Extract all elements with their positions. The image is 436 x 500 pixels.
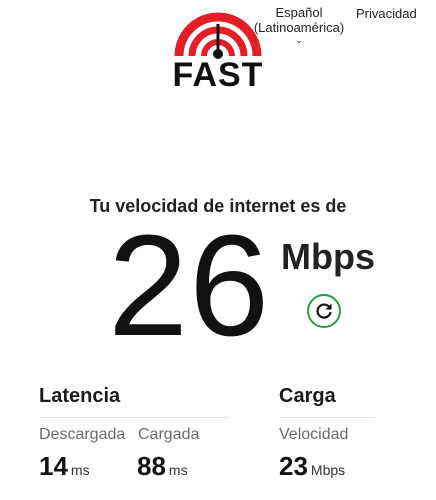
- latency-unloaded-value: 14: [39, 451, 68, 481]
- latency-loaded-metric: 88 ms: [137, 451, 188, 482]
- latency-divider: [39, 417, 229, 418]
- latency-unloaded-unit: ms: [70, 462, 90, 478]
- latency-unloaded-label: Descargada: [39, 426, 126, 443]
- latency-title: Latencia: [39, 385, 121, 407]
- latency-loaded-label: Cargada: [138, 426, 200, 443]
- upload-divider: [279, 417, 374, 418]
- latency-loaded-value: 88: [137, 451, 166, 481]
- upload-title: Carga: [279, 385, 336, 407]
- privacy-link[interactable]: Privacidad: [356, 6, 417, 21]
- logo-text: FAST: [172, 56, 264, 94]
- upload-speed-label: Velocidad: [279, 426, 349, 443]
- upload-speed-unit: Mbps: [310, 462, 346, 478]
- language-region: (Latinoamérica): [253, 20, 345, 35]
- refresh-icon: [316, 303, 332, 319]
- latency-loaded-unit: ms: [168, 462, 188, 478]
- speed-units: Mbps: [281, 236, 375, 277]
- fast-logo: FAST: [171, 6, 265, 94]
- language-selector[interactable]: Español (Latinoamérica) ⌄: [253, 5, 345, 45]
- latency-unloaded-metric: 14 ms: [39, 451, 90, 482]
- speedometer-icon: [174, 12, 262, 59]
- reload-button[interactable]: [307, 294, 341, 328]
- chevron-down-icon: ⌄: [295, 35, 303, 45]
- speed-value: 26: [108, 205, 271, 366]
- language-label: Español: [275, 5, 323, 20]
- upload-speed-metric: 23 Mbps: [279, 451, 345, 482]
- upload-speed-value: 23: [279, 451, 308, 481]
